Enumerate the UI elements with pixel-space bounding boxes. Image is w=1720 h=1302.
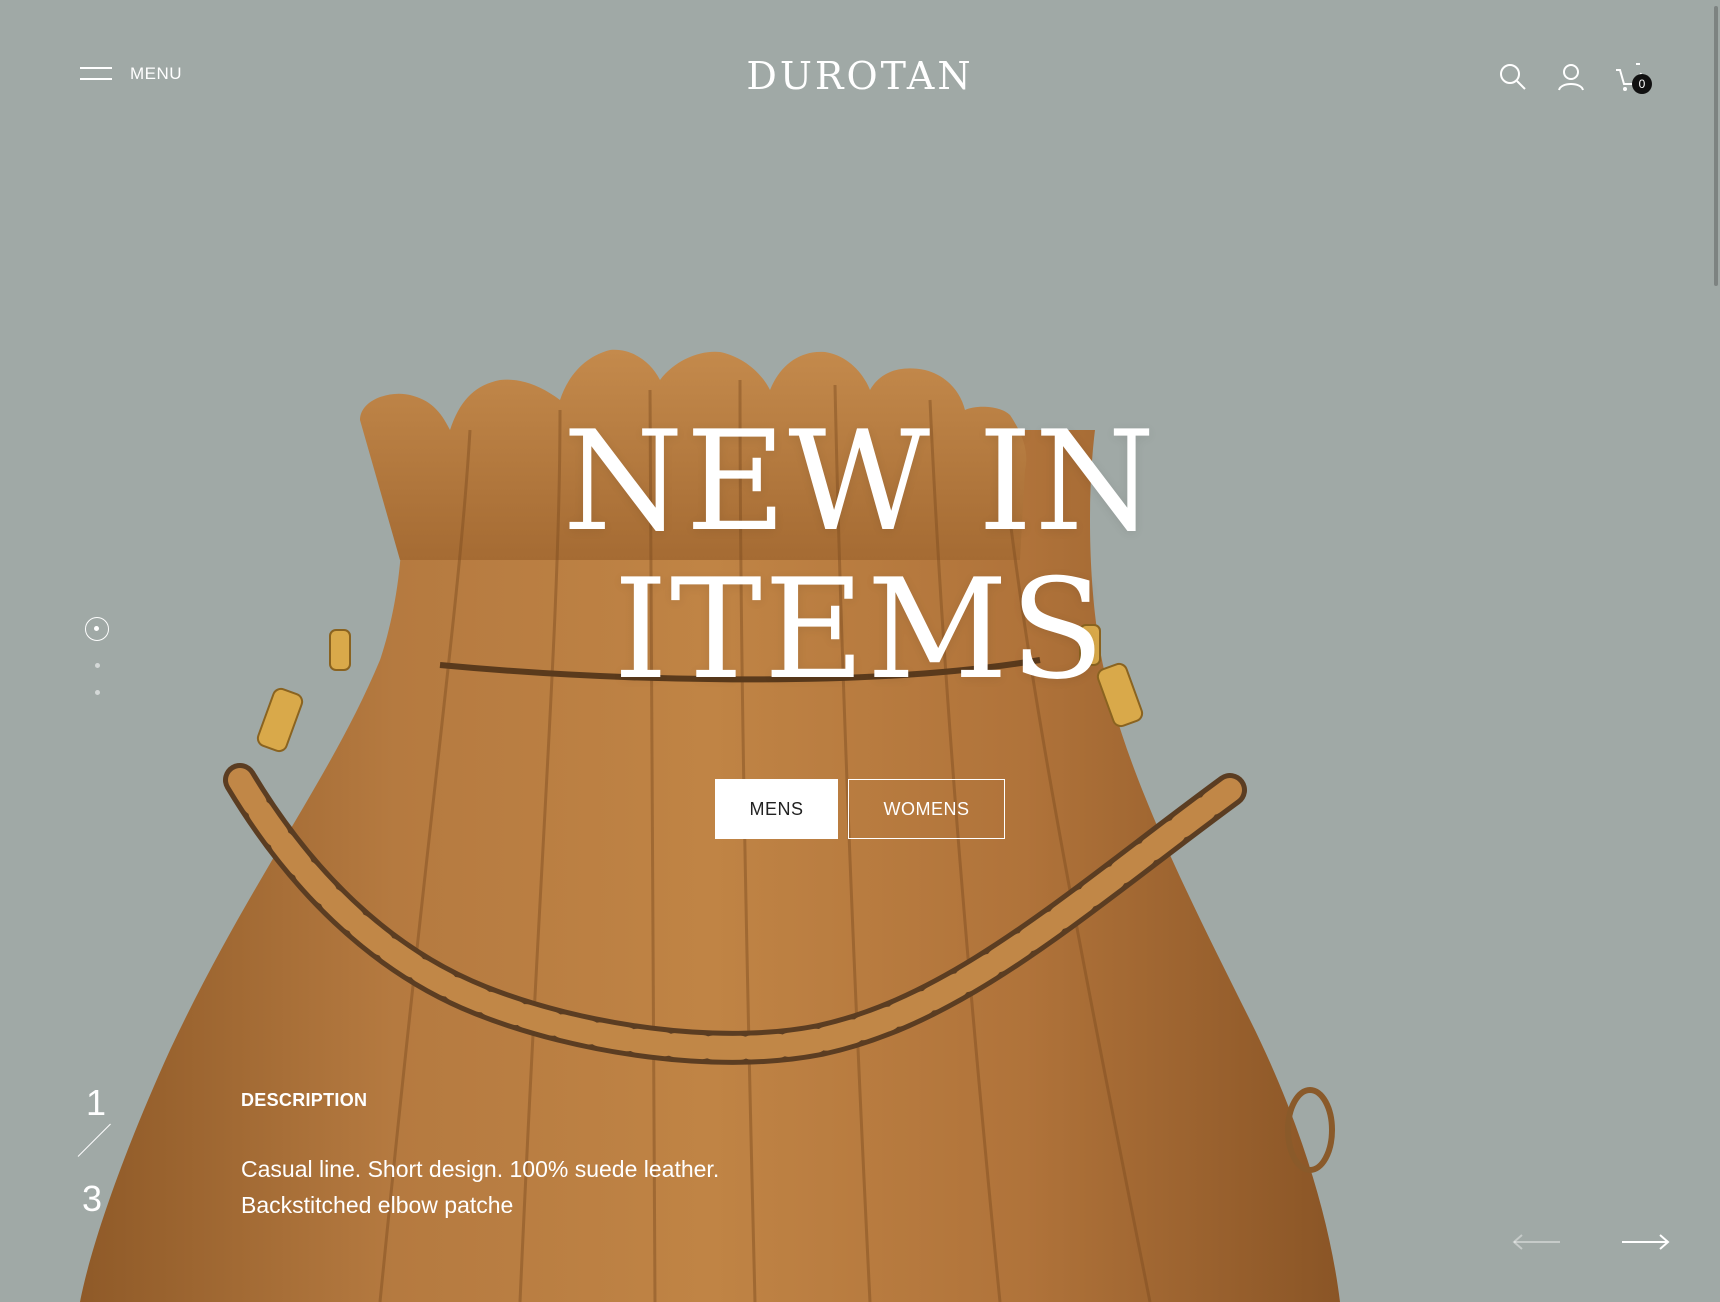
category-buttons: MENS WOMENS: [715, 779, 1005, 839]
counter-divider: [77, 1123, 111, 1157]
description-line-1: Casual line. Short design. 100% suede le…: [241, 1156, 720, 1182]
description-line-2: Backstitched elbow patche: [241, 1192, 514, 1218]
cart-icon[interactable]: 0: [1614, 62, 1652, 94]
headline-line-1: NEW IN: [562, 401, 1158, 562]
slide-dot[interactable]: [95, 663, 100, 668]
description-text: Casual line. Short design. 100% suede le…: [241, 1151, 801, 1223]
scrollbar-thumb[interactable]: [1714, 6, 1718, 286]
brand-logo[interactable]: DUROTAN: [0, 54, 1720, 98]
slide-dot-active[interactable]: [85, 617, 109, 641]
arrow-left-icon[interactable]: [1512, 1232, 1562, 1252]
description-title: DESCRIPTION: [241, 1090, 368, 1110]
slide-current-number: 1: [86, 1082, 107, 1123]
slide-counter: 1 3: [68, 1082, 128, 1222]
arrow-right-icon[interactable]: [1620, 1232, 1670, 1252]
page-scrollbar[interactable]: [1712, 0, 1720, 1302]
slider-arrows: [1512, 1232, 1670, 1252]
headline-line-2: ITEMS: [613, 549, 1107, 710]
slide-dot[interactable]: [95, 690, 100, 695]
slide-dots: [85, 617, 111, 695]
search-icon[interactable]: [1498, 62, 1528, 92]
product-description: DESCRIPTION Casual line. Short design. 1…: [241, 1090, 801, 1223]
header-actions: 0: [1498, 62, 1652, 94]
hero-headline: NEW IN ITEMS: [0, 408, 1720, 704]
slide-total-number: 3: [82, 1178, 103, 1219]
cart-count-badge: 0: [1632, 74, 1652, 94]
mens-button[interactable]: MENS: [715, 779, 838, 839]
user-icon[interactable]: [1556, 62, 1586, 92]
womens-button[interactable]: WOMENS: [848, 779, 1005, 839]
